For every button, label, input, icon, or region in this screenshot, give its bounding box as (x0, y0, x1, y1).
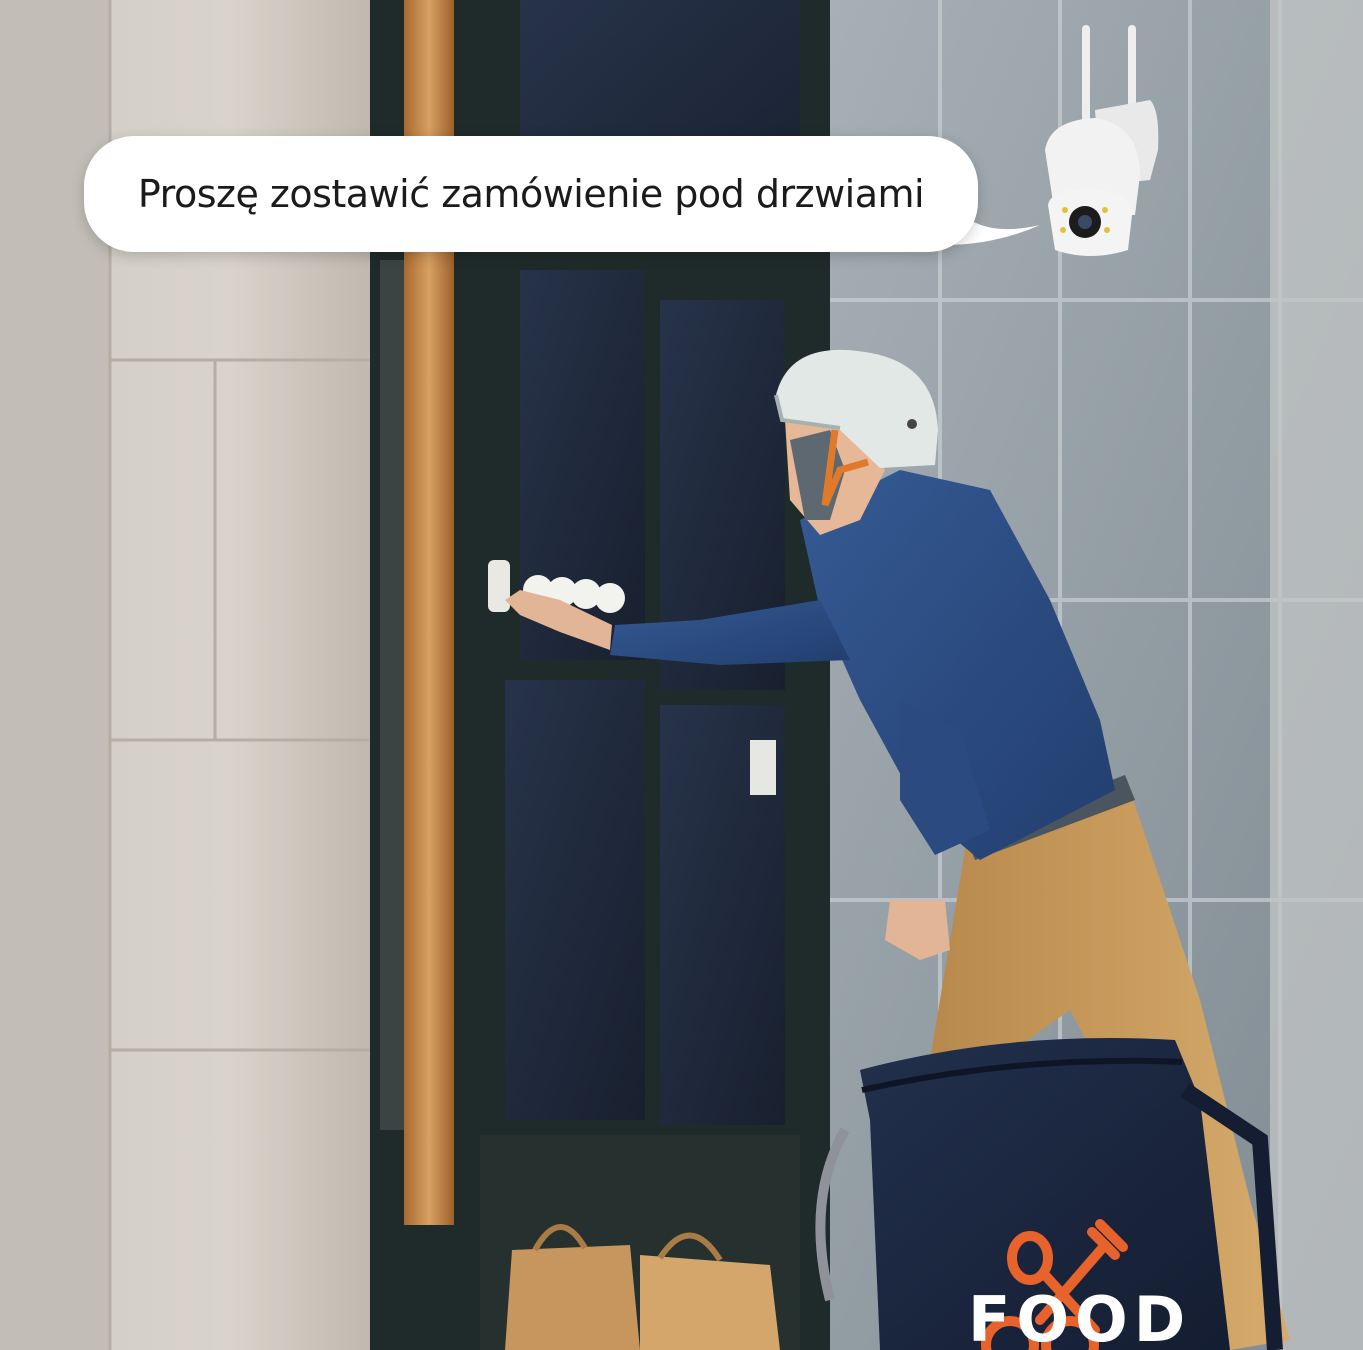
speech-bubble: Proszę zostawić zamówienie pod drzwiami (84, 136, 978, 252)
photo-scene: Proszę zostawić zamówienie pod drzwiami … (0, 0, 1363, 1350)
bag-logo-text: FOOD (968, 1283, 1192, 1350)
speech-bubble-text: Proszę zostawić zamówienie pod drzwiami (137, 172, 925, 216)
